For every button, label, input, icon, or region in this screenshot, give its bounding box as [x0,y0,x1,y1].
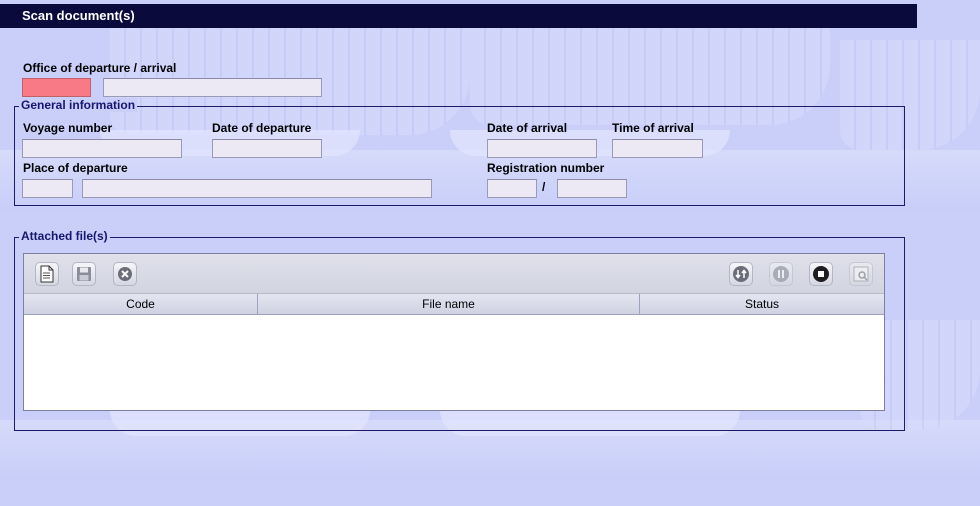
new-document-button[interactable] [35,262,59,286]
time-of-arrival-input[interactable] [612,139,703,158]
date-of-departure-label: Date of departure [212,121,312,135]
registration-number-part1-input[interactable] [487,179,537,198]
office-name-input[interactable] [103,78,322,97]
files-table-body[interactable] [24,315,884,410]
stop-button[interactable] [809,262,833,286]
attached-files-panel: Code File name Status [23,253,885,411]
office-code-input[interactable] [22,78,91,97]
window-title: Scan document(s) [0,4,917,28]
column-header-code[interactable]: Code [24,294,258,314]
office-label: Office of departure / arrival [23,61,177,75]
pause-icon [773,266,789,282]
pause-button[interactable] [769,262,793,286]
place-of-departure-label: Place of departure [23,161,128,175]
files-toolbar [24,254,884,294]
column-header-file-name[interactable]: File name [258,294,640,314]
files-table-header: Code File name Status [24,294,884,315]
time-of-arrival-label: Time of arrival [612,121,694,135]
registration-number-label: Registration number [487,161,605,175]
place-of-departure-code-input[interactable] [22,179,73,198]
scan-button[interactable] [729,262,753,286]
voyage-number-label: Voyage number [23,121,113,135]
save-icon [77,267,91,281]
registration-separator: / [542,180,546,194]
date-of-arrival-label: Date of arrival [487,121,568,135]
save-button[interactable] [72,262,96,286]
general-information-legend: General information [19,98,138,112]
new-document-icon [40,265,54,283]
scan-icon [733,266,749,282]
preview-button[interactable] [849,262,873,286]
stop-icon [813,266,829,282]
delete-icon [118,267,132,281]
registration-number-part2-input[interactable] [557,179,627,198]
delete-button[interactable] [113,262,137,286]
attached-files-legend: Attached file(s) [19,229,110,243]
date-of-arrival-input[interactable] [487,139,597,158]
preview-icon [853,266,869,282]
place-of-departure-name-input[interactable] [82,179,432,198]
voyage-number-input[interactable] [22,139,182,158]
date-of-departure-input[interactable] [212,139,322,158]
column-header-status[interactable]: Status [640,294,884,314]
